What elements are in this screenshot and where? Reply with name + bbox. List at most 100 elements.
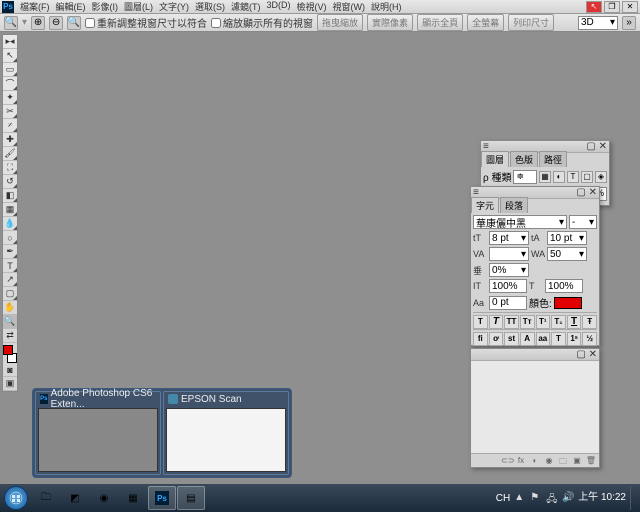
- menu-filter[interactable]: 濾鏡(T): [231, 0, 261, 13]
- task-item-epson[interactable]: EPSON Scan: [163, 391, 289, 475]
- menu-edit[interactable]: 編輯(E): [56, 0, 86, 13]
- ot2-button[interactable]: ơ: [489, 332, 504, 346]
- filter-pixel-icon[interactable]: ▦: [539, 171, 551, 183]
- path-tool[interactable]: ↗: [3, 273, 17, 287]
- crop-tool[interactable]: ✂: [3, 105, 17, 119]
- baseline-input[interactable]: 0 pt: [489, 296, 527, 310]
- resize-windows-check[interactable]: 重新調整視窗尺寸以符合: [85, 15, 207, 30]
- minimize-icon[interactable]: ✕: [622, 1, 638, 13]
- super-button[interactable]: T¹: [536, 315, 551, 329]
- underline-button[interactable]: T: [567, 315, 582, 329]
- fill-screen-button[interactable]: 全螢幕: [467, 14, 504, 31]
- shape-tool[interactable]: ▢: [3, 287, 17, 301]
- restore-icon[interactable]: ❐: [604, 1, 620, 13]
- taskbar-epson-icon[interactable]: ▤: [177, 486, 205, 510]
- fx-icon[interactable]: fx: [515, 456, 527, 466]
- kerning-input[interactable]: ▾: [489, 247, 529, 261]
- taskbar-explorer-icon[interactable]: 🗀: [32, 486, 60, 510]
- tab-layers[interactable]: 圖層: [481, 151, 509, 167]
- ot7-button[interactable]: 1ˢ: [567, 332, 582, 346]
- mask-icon[interactable]: ◐: [529, 456, 541, 466]
- eraser-tool[interactable]: ◧: [3, 189, 17, 203]
- clock[interactable]: 上午 10:22: [578, 493, 626, 503]
- leading-input[interactable]: 10 pt▾: [547, 231, 587, 245]
- pen-tool[interactable]: ✒: [3, 245, 17, 259]
- zoom-out-icon[interactable]: ⊖: [49, 16, 63, 30]
- tool-preset-icon[interactable]: 🔍: [4, 16, 18, 30]
- tab-paragraph[interactable]: 段落: [500, 197, 528, 213]
- ot6-button[interactable]: T: [551, 332, 566, 346]
- menu-file[interactable]: 檔案(F): [20, 0, 50, 13]
- lasso-tool[interactable]: ⌒: [3, 77, 17, 91]
- task-switcher[interactable]: PsAdobe Photoshop CS6 Exten... EPSON Sca…: [32, 388, 292, 478]
- eyedropper-tool[interactable]: 𝄎: [3, 119, 17, 133]
- taskbar-browser-icon[interactable]: ◉: [90, 486, 118, 510]
- menu-view[interactable]: 檢視(V): [297, 0, 327, 13]
- font-style-select[interactable]: -▾: [569, 215, 597, 229]
- taskbar-photoshop-icon[interactable]: Ps: [148, 486, 176, 510]
- filter-kind-select[interactable]: ≑: [513, 170, 537, 184]
- tray-network-icon[interactable]: 🖧: [546, 492, 558, 504]
- tracking-input[interactable]: 50▾: [547, 247, 587, 261]
- workspace-select[interactable]: 3D▾: [578, 16, 618, 30]
- new-layer-icon[interactable]: ▣: [571, 456, 583, 466]
- menu-layer[interactable]: 圖層(L): [124, 0, 153, 13]
- ot8-button[interactable]: ½: [582, 332, 597, 346]
- wand-tool[interactable]: ✦: [3, 91, 17, 105]
- trash-icon[interactable]: 🗑: [585, 456, 597, 466]
- menu-3d[interactable]: 3D(D): [267, 0, 291, 13]
- menu-window[interactable]: 視窗(W): [333, 0, 366, 13]
- stamp-tool[interactable]: ⛶: [3, 161, 17, 175]
- move-tool[interactable]: ↖: [3, 49, 17, 63]
- show-desktop-button[interactable]: [630, 486, 636, 510]
- allcaps-button[interactable]: TT: [504, 315, 519, 329]
- zoom-tool-icon[interactable]: 🔍: [67, 16, 81, 30]
- tab-character[interactable]: 字元: [471, 197, 499, 213]
- panel-drag-handle[interactable]: ▢ ✕: [471, 349, 599, 361]
- menu-select[interactable]: 選取(S): [195, 0, 225, 13]
- filter-type-icon[interactable]: T: [567, 171, 579, 183]
- fit-screen-button[interactable]: 顯示全頁: [417, 14, 463, 31]
- wscale-input[interactable]: 100%: [545, 279, 583, 293]
- tab-channels[interactable]: 色版: [510, 151, 538, 167]
- sub-button[interactable]: T₁: [551, 315, 566, 329]
- ime-indicator[interactable]: CH: [496, 493, 510, 504]
- ot1-button[interactable]: fi: [473, 332, 488, 346]
- taskbar-app-icon[interactable]: ◩: [61, 486, 89, 510]
- search-icon[interactable]: »: [622, 16, 636, 30]
- tray-flag-icon[interactable]: ⚑: [530, 492, 542, 504]
- hscale-input[interactable]: 100%: [489, 279, 527, 293]
- start-button[interactable]: [4, 486, 28, 510]
- filter-smart-icon[interactable]: ◈: [595, 171, 607, 183]
- brush-tool[interactable]: 🖌: [3, 147, 17, 161]
- hand-tool[interactable]: ✋: [3, 301, 17, 315]
- filter-shape-icon[interactable]: ▢: [581, 171, 593, 183]
- marquee-tool[interactable]: ▭: [3, 63, 17, 77]
- heal-tool[interactable]: ✚: [3, 133, 17, 147]
- tray-volume-icon[interactable]: 🔊: [562, 492, 574, 504]
- taskbar-viewer-icon[interactable]: ▦: [119, 486, 147, 510]
- adjust-icon[interactable]: ◉: [543, 456, 555, 466]
- italic-button[interactable]: T: [489, 315, 504, 329]
- zoom-in-icon[interactable]: ⊕: [31, 16, 45, 30]
- tray-chevron-icon[interactable]: ▲: [514, 492, 526, 504]
- zoom-all-check[interactable]: 縮放顯示所有的視窗: [211, 15, 313, 30]
- ot4-button[interactable]: A: [520, 332, 535, 346]
- ot5-button[interactable]: aa: [536, 332, 551, 346]
- font-size-input[interactable]: 8 pt▾: [489, 231, 529, 245]
- folder-icon[interactable]: 🗀: [557, 456, 569, 466]
- print-size-button[interactable]: 列印尺寸: [508, 14, 554, 31]
- bold-button[interactable]: T: [473, 315, 488, 329]
- link-icon[interactable]: ⊂⊃: [501, 456, 513, 466]
- font-family-select[interactable]: 華康儷中黑▾: [473, 215, 567, 229]
- menu-image[interactable]: 影像(I): [92, 0, 119, 13]
- ot3-button[interactable]: st: [504, 332, 519, 346]
- vscale-input[interactable]: 0%▾: [489, 263, 529, 277]
- history-brush-tool[interactable]: ↺: [3, 175, 17, 189]
- strike-button[interactable]: Ŧ: [582, 315, 597, 329]
- color-swatch[interactable]: [3, 345, 17, 363]
- screenmode-tool[interactable]: ▣: [3, 377, 17, 391]
- quickmask-tool[interactable]: ◙: [3, 363, 17, 377]
- scrubby-zoom-button[interactable]: 拖曳縮放: [317, 14, 363, 31]
- actual-pixels-button[interactable]: 實際像素: [367, 14, 413, 31]
